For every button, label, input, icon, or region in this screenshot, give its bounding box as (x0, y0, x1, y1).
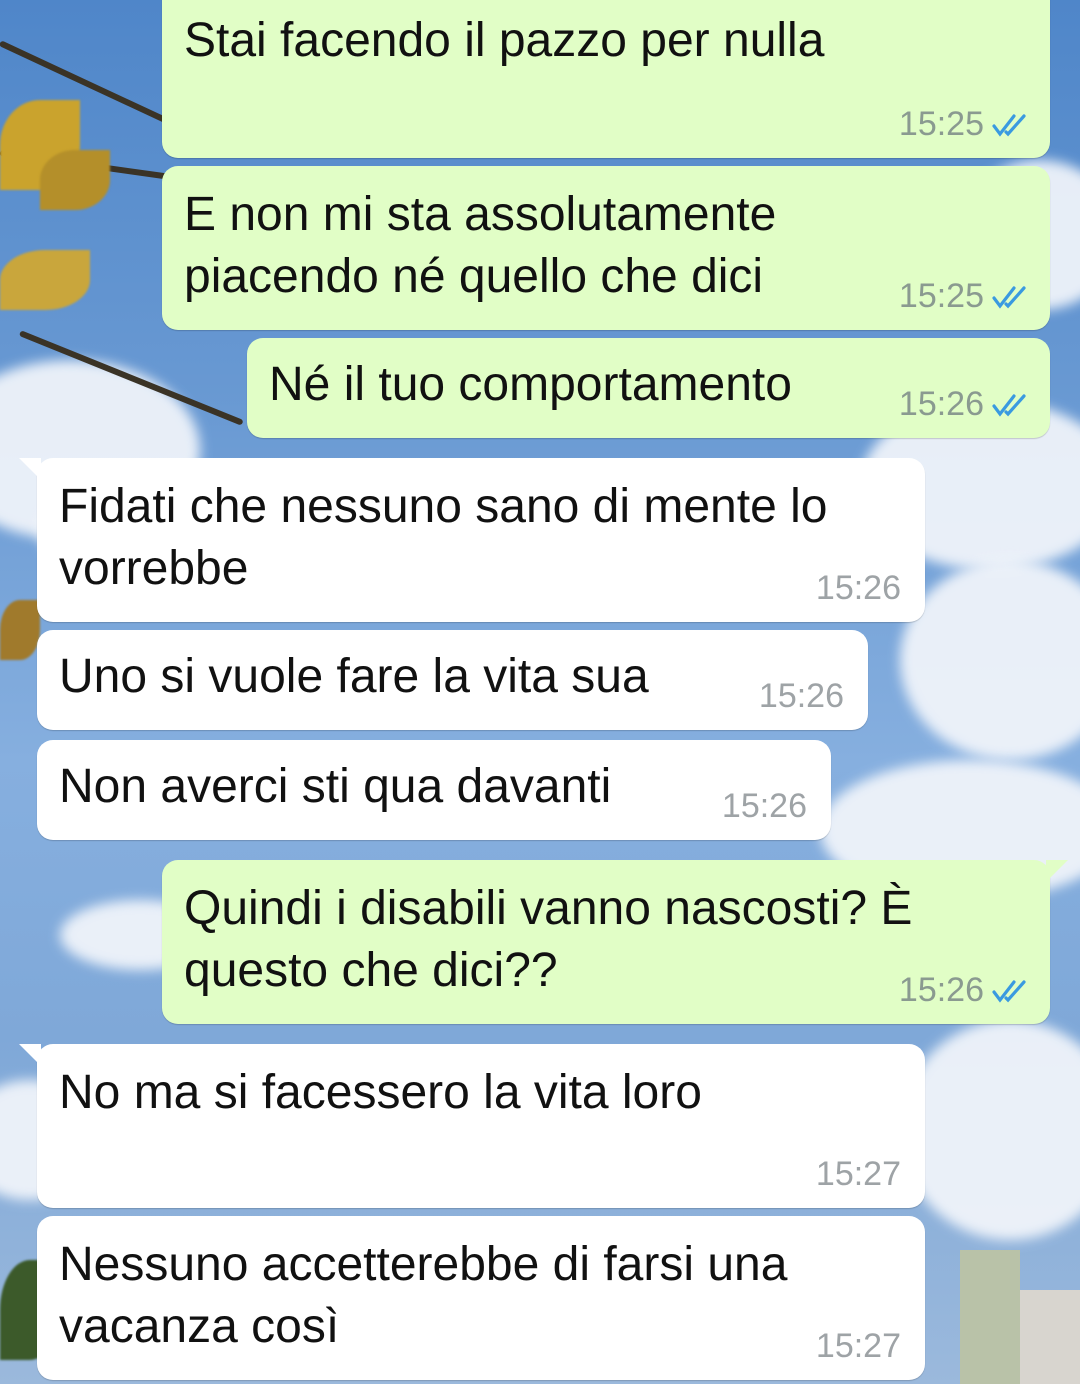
double-check-icon (992, 979, 1026, 1003)
message-meta: 15:26 (899, 385, 1030, 424)
message-text: Uno si vuole fare la vita sua (59, 650, 649, 703)
message-meta: 15:25 (899, 105, 1030, 144)
message-bubble-incoming[interactable]: Fidati che nessuno sano di mente lo vorr… (19, 458, 925, 622)
message-bubble-outgoing[interactable]: Quindi i disabili vanno nascosti? È ques… (162, 860, 1068, 1024)
message-meta: 15:27 (816, 1155, 901, 1194)
message-bubble-incoming[interactable]: Nessuno accetterebbe di farsi una vacanz… (37, 1216, 925, 1380)
message-bubble-incoming[interactable]: Non averci sti qua davanti 15:26 (37, 740, 831, 840)
message-meta: 15:26 (759, 677, 844, 716)
double-check-icon (992, 393, 1026, 417)
message-time: 15:25 (898, 105, 984, 143)
message-list[interactable]: Stai facendo il pazzo per nulla 15:25 E … (0, 0, 1080, 1384)
message-time: 15:26 (898, 385, 984, 423)
message-meta: 15:26 (899, 971, 1030, 1010)
message-bubble-incoming[interactable]: Uno si vuole fare la vita sua 15:26 (37, 630, 868, 730)
message-bubble-outgoing[interactable]: E non mi sta assolutamente piacendo né q… (162, 166, 1050, 330)
message-text: E non mi sta assolutamente piacendo né q… (184, 188, 777, 303)
message-text: Nessuno accetterebbe di farsi una vacanz… (59, 1238, 788, 1353)
message-bubble-incoming[interactable]: No ma si facessero la vita loro 15:27 (19, 1044, 925, 1208)
message-time: 15:27 (815, 1327, 901, 1365)
message-text: Non averci sti qua davanti (59, 760, 612, 813)
double-check-icon (992, 113, 1026, 137)
message-meta: 15:26 (816, 569, 901, 608)
message-time: 15:26 (721, 787, 807, 825)
message-text: No ma si facessero la vita loro (59, 1066, 702, 1119)
message-time: 15:26 (815, 569, 901, 607)
message-meta: 15:27 (816, 1327, 901, 1366)
message-time: 15:27 (815, 1155, 901, 1193)
message-text: Né il tuo comportamento (269, 358, 792, 411)
double-check-icon (992, 285, 1026, 309)
message-meta: 15:26 (722, 787, 807, 826)
message-time: 15:25 (898, 277, 984, 315)
message-time: 15:26 (898, 971, 984, 1009)
message-bubble-outgoing[interactable]: Né il tuo comportamento 15:26 (247, 338, 1050, 438)
message-meta: 15:25 (899, 277, 1030, 316)
message-text: Stai facendo il pazzo per nulla (184, 14, 825, 67)
message-bubble-outgoing[interactable]: Stai facendo il pazzo per nulla 15:25 (162, 0, 1068, 158)
message-text: Quindi i disabili vanno nascosti? È ques… (184, 882, 913, 997)
message-time: 15:26 (758, 677, 844, 715)
message-text: Fidati che nessuno sano di mente lo vorr… (59, 480, 828, 595)
